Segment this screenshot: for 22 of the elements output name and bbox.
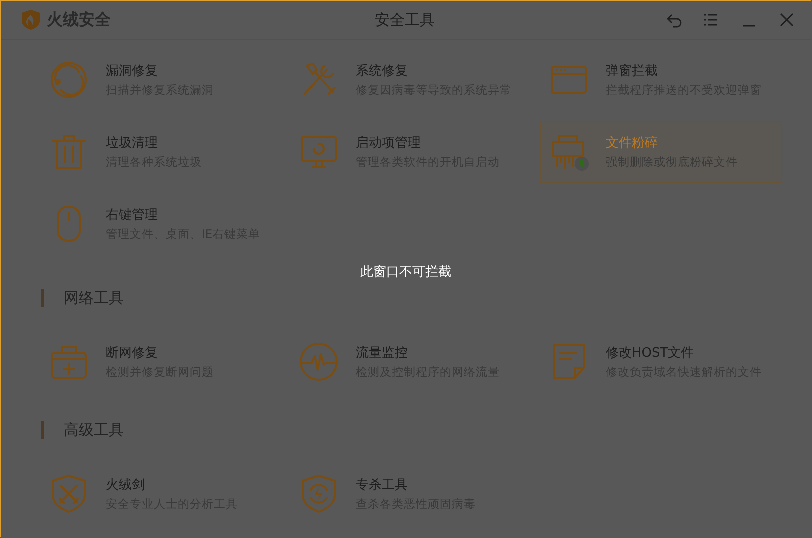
tool-title: 垃圾清理 [106, 135, 159, 152]
shield-flame-icon [21, 9, 41, 31]
close-icon[interactable] [778, 11, 796, 29]
tool-title: 专杀工具 [356, 477, 409, 494]
overlay-message: 此窗口不可拦截 [360, 264, 452, 281]
tool-title: 修改HOST文件 [606, 345, 696, 362]
tool-title: 流量监控 [356, 345, 409, 362]
tool-title: 启动项管理 [356, 135, 422, 152]
tool-title: 弹窗拦截 [606, 63, 659, 80]
tool-title: 文件粉碎 [606, 135, 659, 152]
trash-icon [49, 132, 89, 172]
shield-bolt-icon [299, 474, 339, 514]
pulse-icon [299, 342, 339, 382]
tool-title: 断网修复 [106, 345, 159, 362]
shield-swords-icon [49, 474, 89, 514]
tool-title: 系统修复 [356, 63, 409, 80]
window-title: 安全工具 [374, 10, 436, 30]
tool-title: 火绒剑 [106, 477, 146, 494]
shredder-icon [549, 132, 589, 172]
disc-icon [49, 60, 89, 100]
tool-title: 右键管理 [106, 207, 159, 224]
tool-title: 漏洞修复 [106, 63, 159, 80]
